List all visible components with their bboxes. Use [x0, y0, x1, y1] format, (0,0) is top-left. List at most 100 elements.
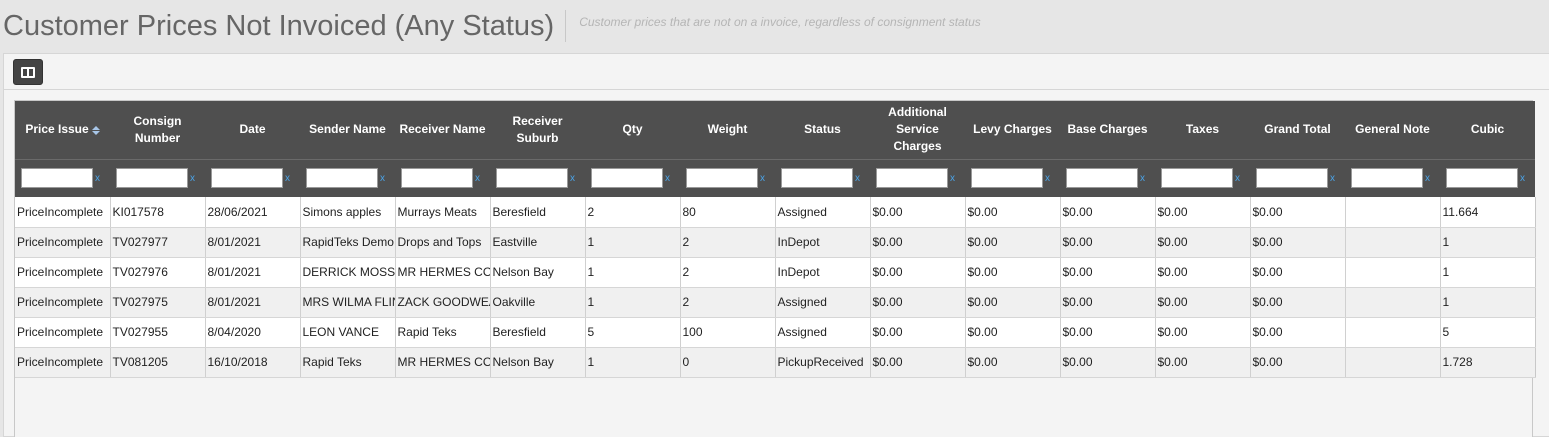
sort-icon[interactable] — [91, 125, 100, 135]
cell-levy-charges: $0.00 — [965, 347, 1061, 378]
filter-input-taxes[interactable] — [1161, 168, 1233, 189]
filter-input-status[interactable] — [781, 168, 853, 189]
clear-filter-icon[interactable]: x — [1425, 173, 1430, 184]
cell-cubic: 1 — [1440, 227, 1536, 258]
cell-additional-service-charges: $0.00 — [870, 317, 966, 348]
cell-additional-service-charges: $0.00 — [870, 257, 966, 288]
filter-cell-cubic: x — [1440, 158, 1535, 197]
column-header-taxes[interactable]: Taxes — [1155, 101, 1250, 159]
cell-taxes: $0.00 — [1155, 257, 1251, 288]
column-header-additional-service-charges[interactable]: Additional Service Charges — [870, 101, 965, 159]
filter-input-price-issue[interactable] — [21, 168, 93, 189]
filter-cell-consign-number: x — [110, 158, 205, 197]
filter-input-date[interactable] — [211, 168, 283, 189]
column-header-status[interactable]: Status — [775, 101, 870, 159]
filter-input-base-charges[interactable] — [1066, 168, 1138, 189]
clear-filter-icon[interactable]: x — [285, 173, 290, 184]
column-header-price-issue[interactable]: Price Issue — [15, 101, 110, 159]
clear-filter-icon[interactable]: x — [1140, 173, 1145, 184]
clear-filter-icon[interactable]: x — [570, 173, 575, 184]
cell-receiver-name: MR HERMES CO — [395, 257, 491, 288]
column-header-base-charges[interactable]: Base Charges — [1060, 101, 1155, 159]
cell-receiver-suburb: Nelson Bay — [490, 347, 586, 378]
cell-price-issue: PriceIncomplete — [15, 347, 111, 378]
column-header-weight[interactable]: Weight — [680, 101, 775, 159]
column-header-date[interactable]: Date — [205, 101, 300, 159]
cell-additional-service-charges: $0.00 — [870, 287, 966, 318]
filter-input-consign-number[interactable] — [116, 168, 188, 189]
column-header-cubic[interactable]: Cubic — [1440, 101, 1535, 159]
filter-row: xxxxxxxxxxxxxxxx — [15, 158, 1535, 197]
column-header-qty[interactable]: Qty — [585, 101, 680, 159]
cell-general-note — [1345, 287, 1441, 318]
column-header-receiver-suburb[interactable]: Receiver Suburb — [490, 101, 585, 159]
clear-filter-icon[interactable]: x — [950, 173, 955, 184]
table-row[interactable]: PriceIncomplete TV081205 16/10/2018 Rapid T… — [15, 347, 1536, 378]
filter-input-weight[interactable] — [686, 168, 758, 189]
column-header-label: Date — [239, 122, 266, 137]
filter-input-general-note[interactable] — [1351, 168, 1423, 189]
cell-date: 8/01/2021 — [205, 257, 301, 288]
column-header-label: Sender Name — [309, 122, 386, 137]
column-chooser-button[interactable] — [13, 59, 43, 85]
column-header-label: Taxes — [1185, 122, 1220, 137]
cell-grand-total: $0.00 — [1250, 347, 1346, 378]
filter-input-grand-total[interactable] — [1256, 168, 1328, 189]
column-header-label: Receiver Suburb — [512, 113, 563, 145]
clear-filter-icon[interactable]: x — [380, 173, 385, 184]
filter-input-receiver-name[interactable] — [401, 168, 473, 189]
table-row[interactable]: PriceIncomplete TV027955 8/04/2020 LEON VAN… — [15, 317, 1536, 348]
column-header-sender-name[interactable]: Sender Name — [300, 101, 395, 159]
clear-filter-icon[interactable]: x — [855, 173, 860, 184]
cell-weight: 2 — [680, 287, 776, 318]
cell-general-note — [1345, 227, 1441, 258]
column-header-label: Additional Service Charges — [888, 105, 947, 154]
column-header-general-note[interactable]: General Note — [1345, 101, 1440, 159]
column-header-consign-number[interactable]: Consign Number — [110, 101, 205, 159]
cell-general-note — [1345, 347, 1441, 378]
table-row[interactable]: PriceIncomplete TV027977 8/01/2021 RapidTek… — [15, 227, 1536, 258]
page-header: Customer Prices Not Invoiced (Any Status… — [0, 0, 1549, 46]
cell-consign-number: TV027976 — [110, 257, 206, 288]
cell-receiver-suburb: Beresfield — [490, 197, 586, 228]
column-header-grand-total[interactable]: Grand Total — [1250, 101, 1345, 159]
filter-cell-grand-total: x — [1250, 158, 1345, 197]
cell-receiver-suburb: Beresfield — [490, 317, 586, 348]
cell-grand-total: $0.00 — [1250, 317, 1346, 348]
filter-input-sender-name[interactable] — [306, 168, 378, 189]
clear-filter-icon[interactable]: x — [665, 173, 670, 184]
cell-cubic: 5 — [1440, 317, 1536, 348]
cell-consign-number: TV027975 — [110, 287, 206, 318]
filter-input-receiver-suburb[interactable] — [496, 168, 568, 189]
filter-input-cubic[interactable] — [1446, 168, 1518, 189]
table-row[interactable]: PriceIncomplete TV027976 8/01/2021 DERRICK … — [15, 257, 1536, 288]
filter-cell-sender-name: x — [300, 158, 395, 197]
cell-sender-name: Rapid Teks — [300, 347, 396, 378]
cell-sender-name: DERRICK MOSS — [300, 257, 396, 288]
cell-date: 8/04/2020 — [205, 317, 301, 348]
column-header-receiver-name[interactable]: Receiver Name — [395, 101, 490, 159]
page-title: Customer Prices Not Invoiced (Any Status… — [3, 10, 555, 42]
cell-status: InDepot — [775, 227, 871, 258]
column-header-levy-charges[interactable]: Levy Charges — [965, 101, 1060, 159]
filter-input-additional-service-charges[interactable] — [876, 168, 948, 189]
cell-receiver-name: ZACK GOODWEA — [395, 287, 491, 318]
cell-consign-number: TV081205 — [110, 347, 206, 378]
cell-weight: 100 — [680, 317, 776, 348]
clear-filter-icon[interactable]: x — [1330, 173, 1335, 184]
clear-filter-icon[interactable]: x — [95, 173, 100, 184]
clear-filter-icon[interactable]: x — [475, 173, 480, 184]
filter-input-qty[interactable] — [591, 168, 663, 189]
table-row[interactable]: PriceIncomplete KI017578 28/06/2021 Simons … — [15, 197, 1536, 228]
table-row[interactable]: PriceIncomplete TV027975 8/01/2021 MRS WILM… — [15, 287, 1536, 318]
clear-filter-icon[interactable]: x — [190, 173, 195, 184]
cell-taxes: $0.00 — [1155, 347, 1251, 378]
filter-input-levy-charges[interactable] — [971, 168, 1043, 189]
cell-cubic: 11.664 — [1440, 197, 1536, 228]
clear-filter-icon[interactable]: x — [1045, 173, 1050, 184]
filter-cell-weight: x — [680, 158, 775, 197]
page-subtitle: Customer prices that are not on a invoic… — [579, 15, 981, 29]
clear-filter-icon[interactable]: x — [1520, 173, 1525, 184]
clear-filter-icon[interactable]: x — [760, 173, 765, 184]
clear-filter-icon[interactable]: x — [1235, 173, 1240, 184]
